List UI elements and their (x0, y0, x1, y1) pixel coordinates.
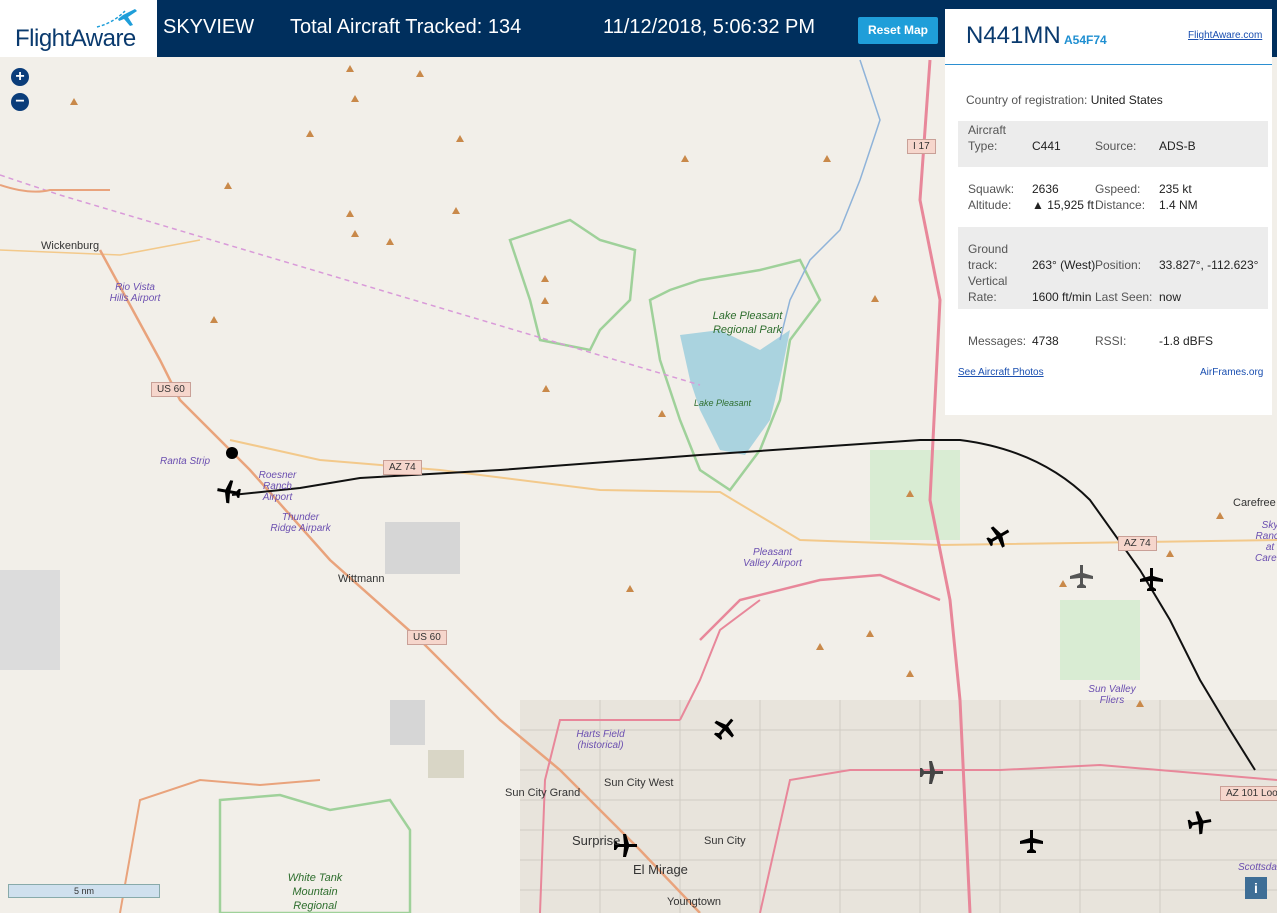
last-seen-value: now (1159, 290, 1182, 304)
panel-divider (945, 64, 1272, 65)
aircraft-detail-panel: N441MN A54F74 FlightAware.com Country of… (945, 9, 1272, 415)
airport-label: Sun Valley Fliers (1088, 684, 1136, 706)
scale-bar: 5 nm (8, 884, 160, 898)
place-label: Sun City (704, 835, 746, 847)
urban-area (520, 700, 1277, 913)
messages-label: Messages: (968, 334, 1027, 348)
position-label: Position: (1095, 258, 1142, 272)
place-label: Sun City Grand (505, 787, 581, 799)
airport-label: Rio Vista Hills Airport (109, 282, 161, 304)
road-shield: I 17 (907, 139, 936, 154)
aircraft-callsign: N441MN (966, 22, 1061, 49)
road-shield: AZ 74 (1118, 536, 1157, 551)
boundary-line (0, 174, 701, 386)
altitude-label: Altitude: (968, 198, 1012, 212)
highway (699, 573, 941, 641)
park-label: Lake Pleasant Regional Park (712, 310, 783, 336)
gspeed-value: 235 kt (1159, 182, 1192, 196)
park-area (1060, 600, 1140, 680)
park-area (870, 450, 960, 540)
ground-track-value: 263° (West) (1032, 258, 1096, 272)
aircraft-type-label: Aircraft Type: (968, 123, 1007, 153)
rssi-value: -1.8 dBFS (1159, 334, 1214, 348)
airport-label: Pleasant Valley Airport (743, 547, 802, 569)
rssi-label: RSSI: (1095, 334, 1127, 348)
zoom-out-button[interactable]: − (11, 93, 29, 111)
land-area (385, 522, 460, 574)
place-label: Sun City West (604, 777, 674, 789)
place-label: Wittmann (338, 573, 385, 585)
reset-map-button[interactable]: Reset Map (858, 17, 938, 44)
park-label: White Tank Mountain Regional (287, 872, 343, 912)
land-area (0, 570, 60, 670)
messages-value: 4738 (1032, 334, 1059, 348)
land-area (390, 700, 425, 745)
park-label: Lake Pleasant (694, 398, 752, 408)
aircraft-photos-link[interactable]: See Aircraft Photos (958, 367, 1044, 378)
app-name: SKYVIEW (163, 16, 255, 38)
airport-label: Sky Ranch at Carefree (1255, 520, 1277, 564)
squawk-label: Squawk: (968, 182, 1015, 196)
park-boundary (508, 218, 637, 352)
place-label: Carefree (1233, 497, 1276, 509)
vertical-rate-label: Vertical Rate: (968, 274, 1008, 304)
road-shield: US 60 (151, 382, 191, 397)
airport-label: Ranta Strip (160, 456, 211, 467)
airport-label: Scottsdale (1238, 862, 1277, 873)
distance-value: 1.4 NM (1159, 198, 1198, 212)
airframes-link[interactable]: AirFrames.org (1200, 367, 1263, 378)
flightaware-logo[interactable]: FlightAware (0, 0, 157, 57)
country-label: Country of registration: United States (966, 92, 1163, 108)
aircraft-type-value: C441 (1032, 139, 1061, 153)
receiver-location (226, 447, 238, 459)
last-seen-label: Last Seen: (1095, 290, 1153, 304)
lake (680, 330, 790, 455)
source-label: Source: (1095, 139, 1137, 153)
road (0, 239, 201, 256)
road (0, 184, 110, 193)
position-value: 33.827°, -112.623° (1159, 258, 1259, 272)
zoom-in-button[interactable]: + (11, 68, 29, 86)
current-datetime: 11/12/2018, 5:06:32 PM (603, 16, 816, 38)
place-label: Youngtown (667, 896, 722, 908)
airport-label: Roesner Ranch Airport (258, 470, 297, 503)
river (779, 59, 881, 341)
info-button[interactable]: i (1245, 877, 1267, 899)
source-value: ADS-B (1159, 139, 1196, 153)
ground-track-label: Ground track: (968, 242, 1009, 272)
aircraft-tracked-count: Total Aircraft Tracked: 134 (290, 16, 522, 38)
gspeed-label: Gspeed: (1095, 182, 1141, 196)
road-shield: US 60 (407, 630, 447, 645)
vertical-rate-value: 1600 ft/min (1032, 290, 1092, 304)
distance-label: Distance: (1095, 198, 1146, 212)
squawk-value: 2636 (1032, 182, 1059, 196)
flightaware-link[interactable]: FlightAware.com (1188, 30, 1262, 41)
plane-logo-icon (96, 9, 137, 28)
place-label: Wickenburg (41, 240, 100, 252)
land-area (428, 750, 464, 778)
airport-label: Thunder Ridge Airpark (270, 512, 331, 534)
place-label: El Mirage (633, 862, 688, 877)
road-shield: AZ 74 (383, 460, 422, 475)
aircraft-hex: A54F74 (1064, 33, 1107, 47)
country-value: United States (1090, 93, 1163, 107)
airport-label: Harts Field (historical) (576, 729, 625, 751)
altitude-value: ▲ 15,925 ft (1032, 198, 1094, 212)
country-label-text: Country of registration: (966, 93, 1088, 107)
place-label: Surprise (572, 833, 621, 848)
road-shield: AZ 101 Loop (1220, 786, 1277, 801)
